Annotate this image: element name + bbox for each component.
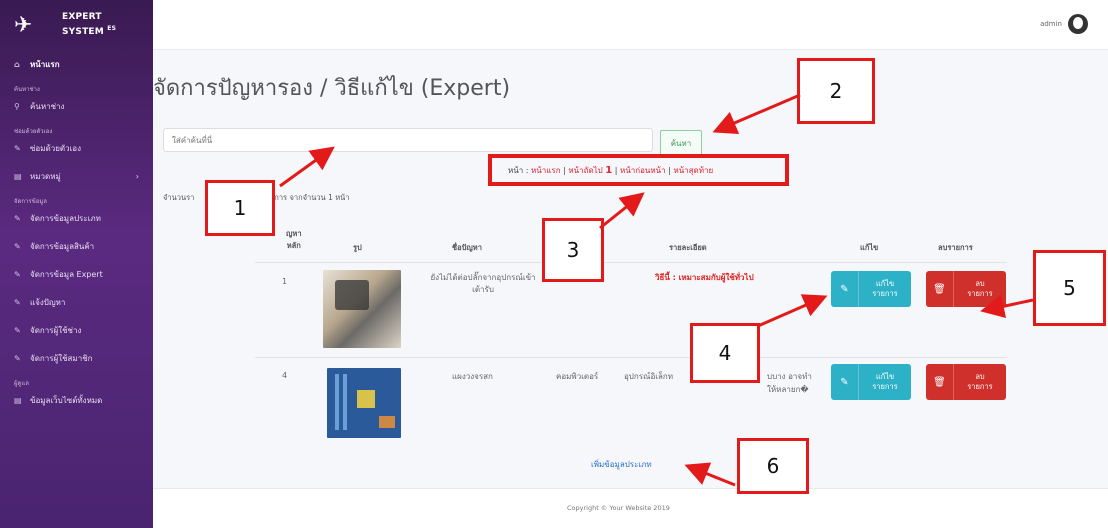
annotation-arrows [279,93,1034,487]
